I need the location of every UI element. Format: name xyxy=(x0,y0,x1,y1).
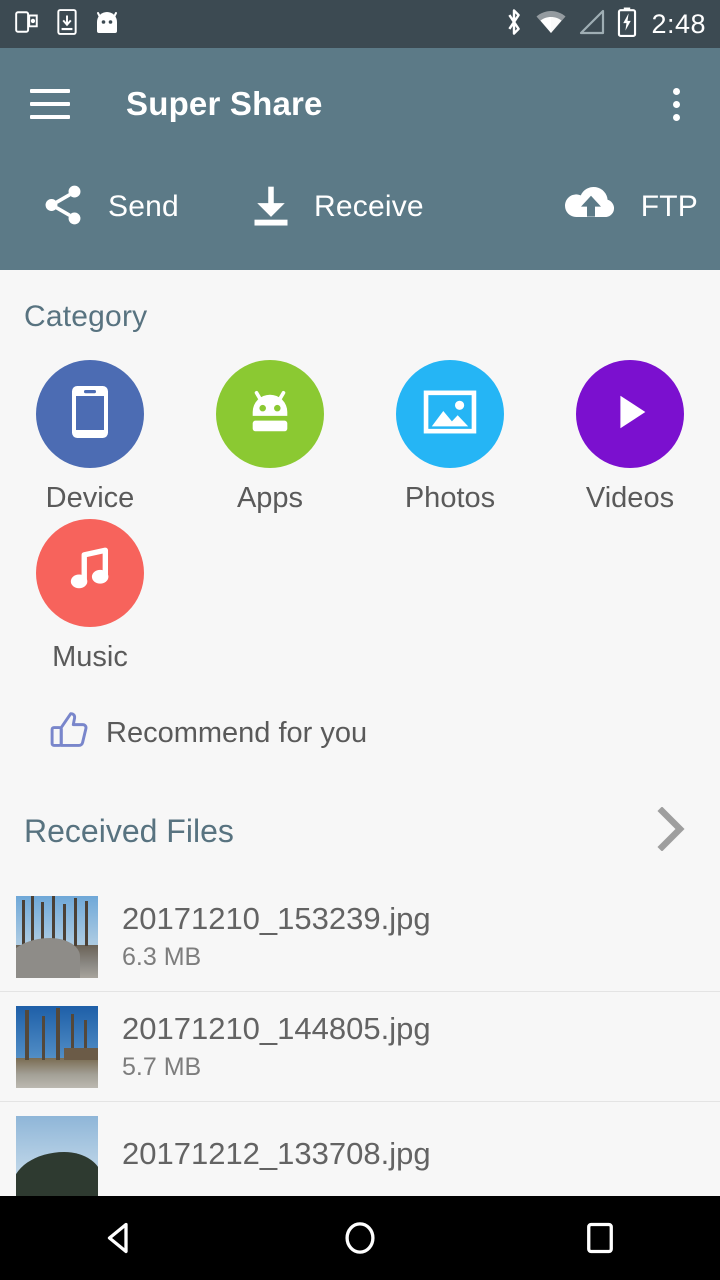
received-files-title: Received Files xyxy=(24,813,234,849)
category-item-photos[interactable]: Photos xyxy=(360,360,540,515)
bluetooth-icon xyxy=(504,7,524,42)
category-item-apps[interactable]: Apps xyxy=(180,360,360,515)
cell-signal-icon xyxy=(578,9,606,40)
category-label: Device xyxy=(45,482,135,514)
android-head-icon xyxy=(94,10,120,39)
status-bar: 2:48 xyxy=(0,0,720,48)
share-icon xyxy=(40,182,86,233)
category-label: Videos xyxy=(585,482,675,514)
file-size: 5.7 MB xyxy=(122,1052,202,1081)
receive-label: Receive xyxy=(314,190,424,223)
category-label: Photos xyxy=(404,482,496,514)
image-icon xyxy=(423,389,477,440)
hamburger-menu-icon[interactable] xyxy=(30,89,70,119)
category-grid: Device Apps Photos Videos Music xyxy=(0,334,720,678)
download-to-phone-icon xyxy=(56,8,78,40)
file-name: 20171210_153239.jpg xyxy=(122,901,431,937)
category-item-music[interactable]: Music xyxy=(0,519,180,674)
thumbs-up-icon xyxy=(48,710,92,757)
battery-charging-icon xyxy=(617,7,637,42)
file-meta: 20171210_153239.jpg 6.3 MB xyxy=(122,901,431,972)
overflow-menu-icon[interactable] xyxy=(658,82,694,127)
file-size: 6.3 MB xyxy=(122,942,202,971)
file-meta: 20171210_144805.jpg 5.7 MB xyxy=(122,1011,431,1082)
apps-icon-circle xyxy=(216,360,324,468)
android-icon xyxy=(243,387,297,442)
send-button[interactable]: Send xyxy=(40,182,250,233)
music-icon-circle xyxy=(36,519,144,627)
category-item-videos[interactable]: Videos xyxy=(540,360,720,515)
wifi-icon xyxy=(535,9,567,40)
page-title: Super Share xyxy=(126,85,323,122)
play-icon xyxy=(607,389,653,440)
file-thumbnail xyxy=(16,1005,98,1088)
back-icon[interactable] xyxy=(60,1220,180,1256)
file-thumbnail xyxy=(16,895,98,978)
file-meta: 20171212_133708.jpg xyxy=(122,1136,431,1178)
receive-button[interactable]: Receive xyxy=(250,183,510,232)
file-list-item[interactable]: 20171210_153239.jpg 6.3 MB xyxy=(0,882,720,992)
chevron-right-icon[interactable] xyxy=(654,806,688,856)
status-bar-left-icons xyxy=(14,8,120,40)
music-note-icon xyxy=(67,546,113,601)
received-files-header[interactable]: Received Files xyxy=(0,757,720,856)
recommend-label: Recommend for you xyxy=(106,717,368,749)
category-label: Music xyxy=(52,641,128,673)
send-label: Send xyxy=(108,190,179,223)
status-bar-right-icons: 2:48 xyxy=(504,7,706,42)
cloud-upload-icon xyxy=(563,183,619,232)
device-icon-circle xyxy=(36,360,144,468)
category-section-title: Category xyxy=(24,300,148,333)
app-bar-top-row: Super Share xyxy=(0,48,720,160)
recents-icon[interactable] xyxy=(540,1220,660,1256)
category-item-device[interactable]: Device xyxy=(0,360,180,515)
videos-icon-circle xyxy=(576,360,684,468)
app-bar: Super Share Send Receive FTP xyxy=(0,48,720,270)
quick-action-row: Send Receive FTP xyxy=(0,160,720,270)
download-icon xyxy=(250,183,292,232)
file-name: 20171210_144805.jpg xyxy=(122,1011,431,1047)
photos-icon-circle xyxy=(396,360,504,468)
recommend-for-you-row[interactable]: Recommend for you xyxy=(0,678,720,757)
file-name: 20171212_133708.jpg xyxy=(122,1135,431,1171)
ftp-label: FTP xyxy=(640,190,698,223)
android-navigation-bar xyxy=(0,1196,720,1280)
file-thumbnail xyxy=(16,1115,98,1198)
smartphone-icon xyxy=(68,384,112,445)
screen-cast-icon xyxy=(14,9,40,40)
received-files-list: 20171210_153239.jpg 6.3 MB 20171210_1448… xyxy=(0,882,720,1212)
main-content: Category Device Apps Photos Videos Music… xyxy=(0,270,720,1280)
file-list-item[interactable]: 20171210_144805.jpg 5.7 MB xyxy=(0,992,720,1102)
category-label: Apps xyxy=(236,482,304,514)
status-bar-clock: 2:48 xyxy=(651,8,706,39)
phone-screen: 2:48 Super Share Send Receive FTP Catego… xyxy=(0,0,720,1280)
ftp-button[interactable]: FTP xyxy=(563,183,698,232)
home-icon[interactable] xyxy=(300,1220,420,1256)
